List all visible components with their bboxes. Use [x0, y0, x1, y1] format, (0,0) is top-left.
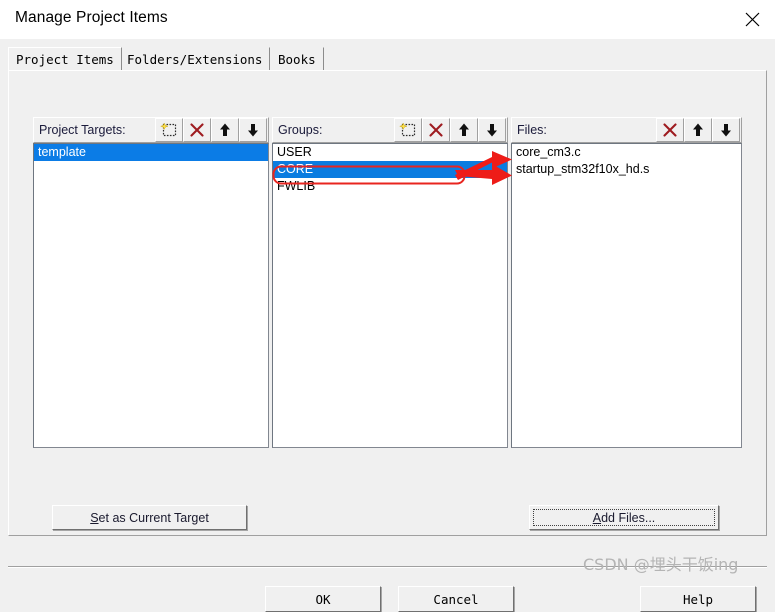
- move-up-button[interactable]: [684, 118, 712, 142]
- delete-button[interactable]: [656, 118, 684, 142]
- list-item[interactable]: startup_stm32f10x_hd.s: [512, 161, 741, 178]
- dialog-body: Project Items Folders/Extensions Books P…: [0, 39, 775, 612]
- groups-list[interactable]: USER CORE FWLIB: [272, 143, 508, 448]
- tab-books[interactable]: Books: [271, 47, 324, 70]
- list-item[interactable]: USER: [273, 144, 507, 161]
- delete-button[interactable]: [183, 118, 211, 142]
- list-item[interactable]: FWLIB: [273, 178, 507, 195]
- groups-panel: Groups: USER CORE FWLIB: [272, 117, 508, 448]
- help-button[interactable]: Help: [640, 586, 756, 612]
- move-up-button[interactable]: [211, 118, 239, 142]
- ok-label: OK: [315, 591, 331, 607]
- set-as-current-target-button[interactable]: Set as Current Target: [52, 505, 247, 530]
- help-label: Help: [682, 591, 714, 607]
- window-title: Manage Project Items: [15, 9, 168, 26]
- tab-label: Books: [278, 51, 316, 67]
- project-targets-toolbar: [155, 118, 267, 142]
- ok-button[interactable]: OK: [265, 586, 381, 612]
- move-up-button[interactable]: [450, 118, 478, 142]
- title-bar: Manage Project Items: [0, 0, 775, 40]
- footer-separator: [8, 566, 767, 568]
- project-targets-panel: Project Targets: template: [33, 117, 269, 448]
- move-up-icon: [459, 123, 469, 136]
- move-down-button[interactable]: [478, 118, 506, 142]
- tab-folders-extensions[interactable]: Folders/Extensions: [120, 47, 271, 70]
- delete-button[interactable]: [422, 118, 450, 142]
- files-list[interactable]: core_cm3.c startup_stm32f10x_hd.s: [511, 143, 742, 448]
- files-toolbar: [656, 118, 740, 142]
- list-item[interactable]: CORE: [273, 161, 507, 178]
- move-down-button[interactable]: [239, 118, 267, 142]
- groups-header: Groups:: [272, 117, 508, 143]
- delete-icon: [190, 123, 204, 137]
- delete-icon: [663, 123, 677, 137]
- add-files-accel: A: [592, 510, 602, 525]
- tab-project-items[interactable]: Project Items: [8, 47, 122, 70]
- set-target-label: et as Current Target: [98, 510, 209, 525]
- list-item[interactable]: core_cm3.c: [512, 144, 741, 161]
- tab-label: Project Items: [16, 51, 114, 67]
- groups-label: Groups:: [278, 123, 323, 137]
- add-files-label: dd Files...: [601, 510, 656, 525]
- move-up-icon: [220, 123, 230, 136]
- move-down-button[interactable]: [712, 118, 740, 142]
- list-item[interactable]: template: [34, 144, 268, 161]
- new-item-icon: [399, 122, 416, 137]
- files-label: Files:: [517, 123, 547, 137]
- move-down-icon: [248, 124, 258, 137]
- project-targets-label: Project Targets:: [39, 123, 126, 137]
- cancel-button[interactable]: Cancel: [398, 586, 514, 612]
- project-targets-list[interactable]: template: [33, 143, 269, 448]
- new-item-button[interactable]: [394, 118, 422, 142]
- delete-icon: [429, 123, 443, 137]
- project-targets-header: Project Targets:: [33, 117, 269, 143]
- new-item-button[interactable]: [155, 118, 183, 142]
- files-header: Files:: [511, 117, 742, 143]
- close-icon: [745, 12, 759, 27]
- files-panel: Files: core_cm3.c startup_stm32f10x_hd.s: [511, 117, 742, 448]
- add-files-button[interactable]: Add Files...: [529, 505, 719, 530]
- close-button[interactable]: [729, 0, 775, 39]
- set-target-accel: S: [90, 510, 99, 525]
- cancel-label: Cancel: [433, 591, 479, 607]
- tab-strip: Project Items Folders/Extensions Books: [8, 47, 767, 71]
- tab-label: Folders/Extensions: [127, 51, 263, 67]
- move-up-icon: [693, 123, 703, 136]
- move-down-icon: [487, 124, 497, 137]
- groups-toolbar: [394, 118, 506, 142]
- move-down-icon: [721, 124, 731, 137]
- new-item-icon: [160, 122, 177, 137]
